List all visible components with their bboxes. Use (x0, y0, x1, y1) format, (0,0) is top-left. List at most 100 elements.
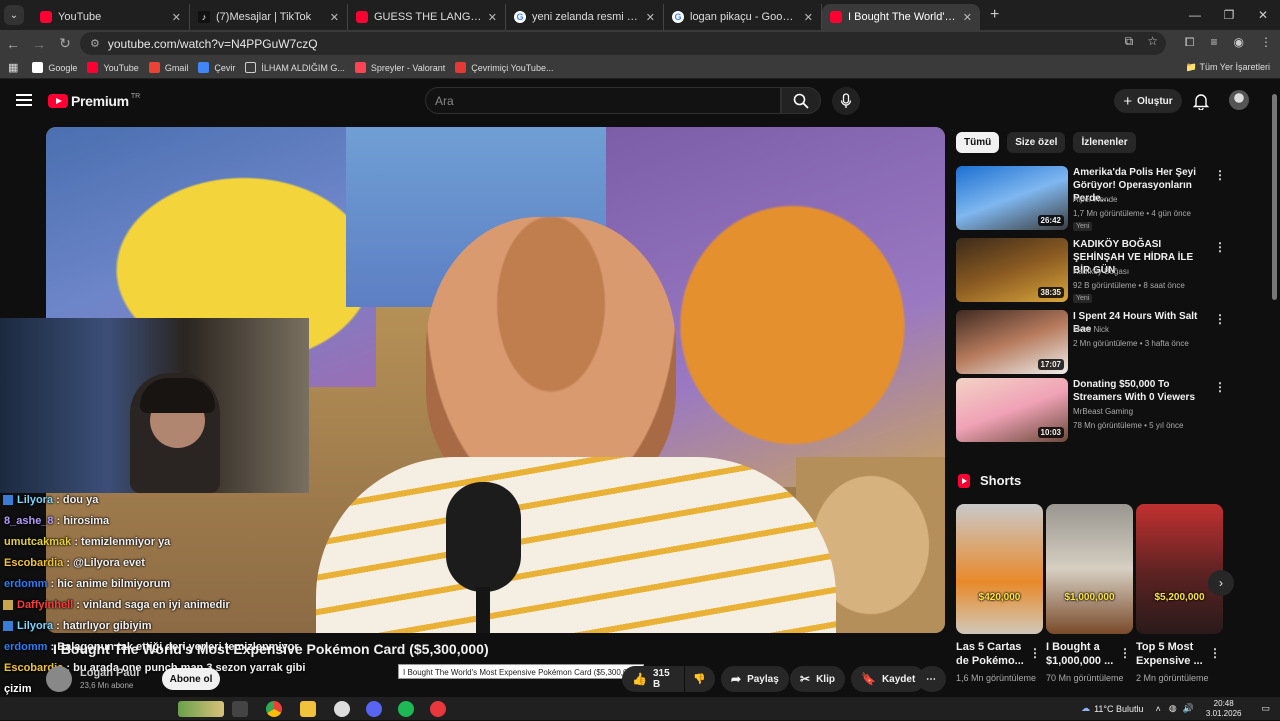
recommended-video[interactable]: 26:42 Amerika'da Polis Her Şeyi Görüyor! … (956, 166, 1226, 232)
share-button[interactable]: ➦ Paylaş (721, 666, 789, 692)
short-thumbnail[interactable]: $1,000,000 (1046, 504, 1133, 634)
channel-name[interactable]: Alper Rende (1073, 195, 1117, 204)
tab-search-button[interactable]: ⌄ (4, 5, 24, 25)
tab-close-icon[interactable]: ✕ (330, 11, 339, 24)
short-title[interactable]: Top 5 Most Expensive ... (1136, 640, 1216, 668)
channel-name[interactable]: Kadıköy Boğası (1073, 267, 1129, 276)
bookmark-item[interactable]: Gmail (148, 62, 188, 73)
tray-chevron-icon[interactable]: ˄ (1156, 704, 1161, 714)
create-button[interactable]: + Oluştur (1114, 89, 1182, 113)
all-bookmarks[interactable]: 📁 Tüm Yer İşaretleri (1186, 62, 1270, 73)
file-explorer-icon[interactable] (300, 701, 316, 717)
browser-tab[interactable]: GUESS THE LANGUAGE BY AUD ✕ (348, 4, 506, 30)
extensions-icon[interactable]: ⧠ (1185, 35, 1195, 50)
short-thumbnail[interactable]: $5,200,000 (1136, 504, 1223, 634)
tab-close-icon[interactable]: ✕ (963, 11, 972, 24)
browser-tab[interactable]: I Bought The World's Most Exp ✕ (822, 4, 980, 30)
filter-chip[interactable]: İzlenenler (1073, 132, 1136, 153)
more-vertical-icon[interactable]: ⋮ (1209, 646, 1221, 660)
bookmark-item[interactable]: YouTube (87, 62, 139, 73)
shorts-next-button[interactable]: › (1208, 570, 1234, 596)
video-thumbnail[interactable]: 38:35 (956, 238, 1068, 302)
more-vertical-icon[interactable]: ⋮ (1119, 646, 1131, 660)
page-scrollbar[interactable] (1272, 94, 1277, 300)
bookmark-item[interactable]: Spreyler - Valorant (354, 62, 445, 73)
network-icon[interactable]: ◍ (1169, 703, 1177, 714)
menu-icon[interactable] (16, 94, 32, 109)
site-info-icon[interactable]: ⚙ (90, 37, 100, 50)
taskbar-thumbnail-icon[interactable] (178, 701, 224, 717)
new-tab-button[interactable]: + (990, 6, 999, 24)
filter-chip[interactable]: Tümü (956, 132, 1000, 153)
restore-button[interactable]: ❐ (1212, 0, 1246, 30)
back-button[interactable]: ← (0, 36, 26, 52)
tab-close-icon[interactable]: ✕ (172, 11, 181, 24)
tab-close-icon[interactable]: ✕ (488, 11, 497, 24)
browser-tab[interactable]: Glogan pikaçu - Google'da Ara ✕ (664, 4, 822, 30)
browser-tab[interactable]: ♪ (7)Mesajlar | TikTok ✕ (190, 4, 348, 30)
clock[interactable]: 20:48 3.01.2026 (1206, 699, 1242, 719)
video-title[interactable]: Donating $50,000 To Streamers With 0 Vie… (1073, 378, 1213, 404)
channel-name[interactable]: More Nick (1073, 325, 1109, 334)
save-button[interactable]: 🔖 Kaydet (851, 666, 926, 692)
browser-tab[interactable]: Gyeni zelanda resmi dilleri maori ✕ (506, 4, 664, 30)
browser-tab[interactable]: YouTube ✕ (32, 4, 190, 30)
install-app-icon[interactable]: ⧉ (1125, 34, 1134, 49)
short-title[interactable]: Las 5 Cartas de Pokémo... (956, 640, 1036, 668)
more-vertical-icon[interactable]: ⋮ (1029, 646, 1041, 660)
channel-name[interactable]: Logan Paul (80, 667, 139, 679)
browser-menu-icon[interactable]: ⋮ (1260, 35, 1272, 50)
volume-icon[interactable]: 🔊 (1183, 703, 1194, 714)
spotify-icon[interactable] (398, 701, 414, 717)
notifications-bell-icon[interactable] (1192, 92, 1210, 115)
channel-name[interactable]: MrBeast Gaming (1073, 407, 1133, 416)
subscriber-badge-icon (3, 621, 13, 632)
subscribe-button[interactable]: Abone ol (162, 668, 220, 690)
short-thumbnail[interactable]: $420,000 (956, 504, 1043, 634)
bookmark-item[interactable]: Çevrimiçi YouTube... (455, 62, 553, 73)
channel-avatar[interactable] (46, 666, 72, 692)
video-thumbnail[interactable]: 26:42 (956, 166, 1068, 230)
media-icon[interactable]: ≡ (1211, 35, 1218, 50)
app-icon[interactable] (334, 701, 350, 717)
video-thumbnail[interactable]: 10:03 (956, 378, 1068, 442)
more-vertical-icon[interactable]: ⋮ (1214, 240, 1226, 254)
search-button[interactable] (781, 87, 821, 114)
bookmark-item[interactable]: Google (32, 62, 77, 73)
address-bar[interactable]: ⚙ youtube.com/watch?v=N4PPGuW7czQ (80, 32, 1166, 55)
weather-text[interactable]: 11°C Bulutlu (1094, 704, 1143, 714)
discord-icon[interactable] (366, 701, 382, 717)
clip-button[interactable]: ✂ Klip (790, 666, 845, 692)
notification-icon[interactable]: ▭ (1261, 703, 1270, 714)
recommended-video[interactable]: 10:03 Donating $50,000 To Streamers With … (956, 378, 1226, 444)
short-title[interactable]: I Bought a $1,000,000 ... (1046, 640, 1126, 668)
bookmark-item[interactable]: İLHAM ALDIĞIM G... (245, 62, 345, 73)
reload-button[interactable]: ↻ (52, 35, 78, 52)
bookmark-item[interactable]: Çevir (198, 62, 235, 73)
more-vertical-icon[interactable]: ⋮ (1214, 312, 1226, 326)
minimize-button[interactable]: — (1178, 0, 1212, 30)
tab-close-icon[interactable]: ✕ (804, 11, 813, 24)
dislike-button[interactable]: 👎 (685, 666, 715, 692)
bookmark-star-icon[interactable]: ☆ (1147, 34, 1158, 49)
recording-app-icon[interactable] (430, 701, 446, 717)
profile-icon[interactable]: ◉ (1234, 35, 1244, 50)
more-vertical-icon[interactable]: ⋮ (1214, 380, 1226, 394)
like-button[interactable]: 👍 315 B (622, 666, 684, 692)
task-view-icon[interactable] (232, 701, 248, 717)
more-actions-button[interactable]: ⋯ (918, 666, 946, 692)
recommended-video[interactable]: 17:07 I Spent 24 Hours With Salt Bae More … (956, 310, 1226, 376)
search-input[interactable]: Ara (425, 87, 781, 114)
more-vertical-icon[interactable]: ⋮ (1214, 168, 1226, 182)
close-window-button[interactable]: ✕ (1246, 0, 1280, 30)
video-thumbnail[interactable]: 17:07 (956, 310, 1068, 374)
tab-close-icon[interactable]: ✕ (646, 11, 655, 24)
youtube-logo[interactable]: Premium TR (48, 93, 140, 109)
chrome-icon[interactable] (266, 701, 282, 717)
account-avatar[interactable] (1229, 90, 1249, 110)
recommended-video[interactable]: 38:35 KADIKÖY BOĞASI ŞEHİNŞAH VE HİDRA İL… (956, 238, 1226, 304)
apps-grid-icon[interactable]: ▦ (8, 61, 18, 74)
forward-button[interactable]: → (26, 36, 52, 52)
voice-search-button[interactable] (832, 87, 860, 115)
filter-chip[interactable]: Size özel (1007, 132, 1066, 153)
